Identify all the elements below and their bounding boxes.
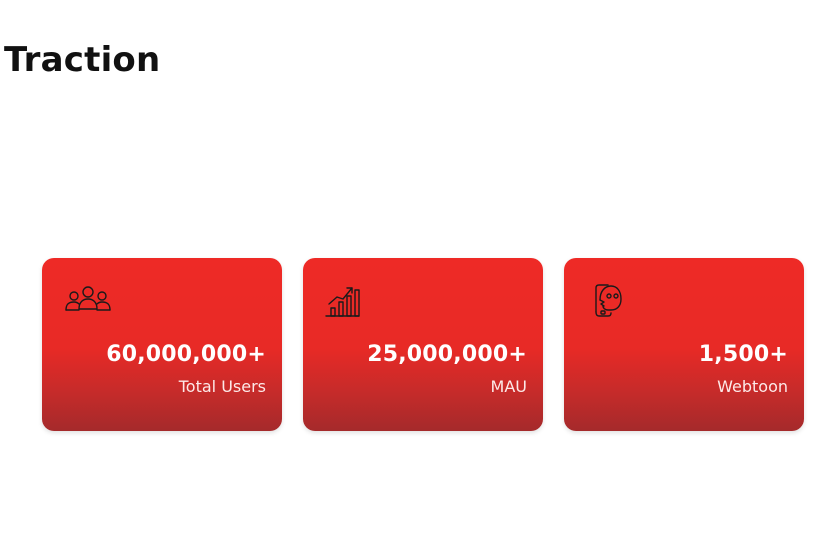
stat-label: Total Users	[178, 377, 266, 396]
stat-value: 1,500+	[698, 342, 788, 367]
growth-chart-icon	[325, 282, 373, 322]
stat-value: 60,000,000+	[106, 342, 266, 367]
section-title: Traction	[4, 40, 161, 80]
stat-cards: 60,000,000+ Total Users 25,000,000+ MAU	[42, 258, 804, 431]
webtoon-ghost-icon	[586, 282, 634, 322]
stat-card-webtoon: 1,500+ Webtoon	[564, 258, 804, 431]
stat-card-mau: 25,000,000+ MAU	[303, 258, 543, 431]
stat-label: MAU	[490, 377, 527, 396]
traction-section: Traction 60,000,000+ Total Users 25,000,…	[0, 0, 817, 545]
users-group-icon	[64, 282, 112, 322]
stat-value: 25,000,000+	[367, 342, 527, 367]
stat-label: Webtoon	[717, 377, 788, 396]
stat-card-total-users: 60,000,000+ Total Users	[42, 258, 282, 431]
